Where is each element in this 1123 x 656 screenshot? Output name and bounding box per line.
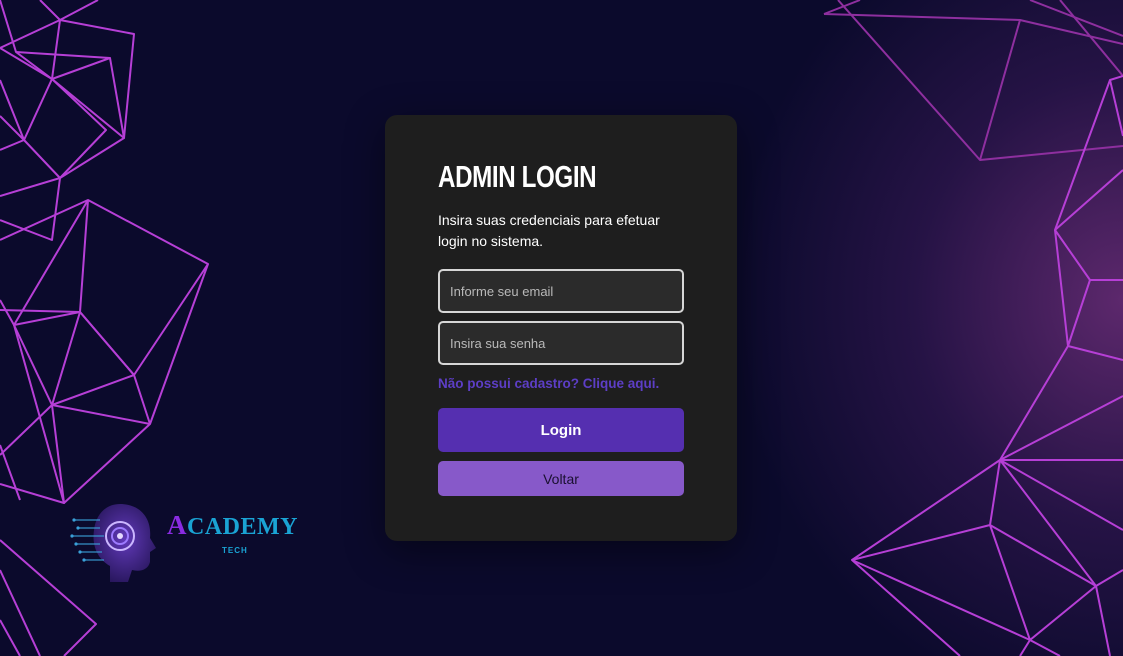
password-field[interactable] [438,321,684,365]
back-button[interactable]: Voltar [438,461,684,496]
page-title: ADMIN LOGIN [438,159,597,194]
login-instructions: Insira suas credenciais para efetuar log… [438,212,660,249]
brand-tagline: TECH [222,546,248,555]
robot-head-icon [70,504,156,582]
login-card: ADMIN LOGIN Insira suas credenciais para… [385,115,737,541]
login-button[interactable]: Login [438,408,684,452]
brand-name-rest: CADEMY [187,514,298,540]
brand-name-first-letter: A [167,510,187,540]
register-link[interactable]: Não possui cadastro? Clique aqui. [438,376,659,391]
email-field[interactable] [438,269,684,313]
brand-name: ACADEMY [167,510,298,541]
brand-logo: ACADEMY TECH [70,500,310,586]
